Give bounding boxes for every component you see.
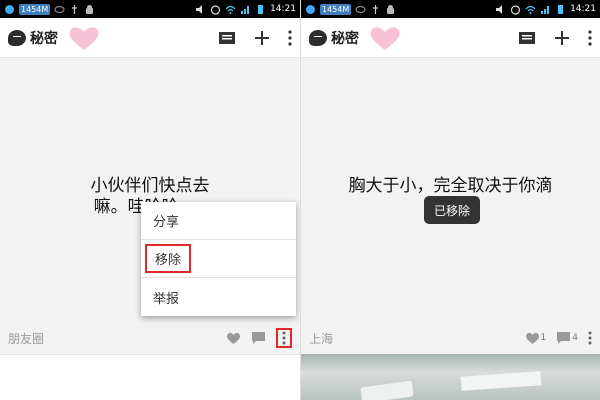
heart-outline-icon xyxy=(525,332,539,344)
android-icon xyxy=(385,4,396,15)
status-time: 14:21 xyxy=(570,4,596,14)
heart-icon xyxy=(69,26,99,50)
chat-bubble-icon xyxy=(8,29,26,46)
menu-item-report[interactable]: 举报 xyxy=(141,278,296,316)
signal-icon xyxy=(540,4,551,15)
status-time: 14:21 xyxy=(270,4,296,14)
more-options-icon[interactable] xyxy=(288,29,292,46)
comment-icon xyxy=(252,332,265,344)
more-vertical-icon xyxy=(282,331,286,345)
app-title: 秘密 xyxy=(30,30,58,47)
memory-chip: 1454M xyxy=(19,3,51,15)
notification-icon xyxy=(305,4,316,15)
right-screen: 1454M 14:21 秘密 胸大于小，完全取决于你滴 已移除 上海 1 4 xyxy=(300,0,600,400)
app-bar: 秘密 xyxy=(301,18,600,58)
app-title: 秘密 xyxy=(331,30,359,47)
next-post-card[interactable] xyxy=(0,354,300,400)
left-screen: 1454M 14:21 秘密 小伙伴们快点去 朋友圈 分享 移除 举报 xyxy=(0,0,300,400)
like-button[interactable] xyxy=(226,331,241,345)
menu-item-label: 移除 xyxy=(145,244,192,273)
comment-button[interactable] xyxy=(251,331,266,345)
sync-icon xyxy=(54,4,65,15)
post-footer: 上海 1 4 xyxy=(301,322,600,354)
comment-button[interactable]: 4 xyxy=(556,331,578,345)
comment-icon xyxy=(557,332,571,344)
usb-icon xyxy=(69,4,80,15)
app-bar: 秘密 xyxy=(0,18,300,58)
add-icon[interactable] xyxy=(254,30,270,46)
menu-item-remove[interactable]: 移除 xyxy=(141,240,296,278)
wifi-icon xyxy=(525,4,536,15)
menu-item-label: 举报 xyxy=(153,291,180,307)
heart-outline-icon xyxy=(227,332,240,344)
like-button[interactable]: 1 xyxy=(525,331,547,345)
menu-item-share[interactable]: 分享 xyxy=(141,202,296,240)
wifi-icon xyxy=(225,4,236,15)
status-bar: 1454M 14:21 xyxy=(0,0,300,18)
sync-icon xyxy=(355,4,366,15)
battery-icon xyxy=(255,4,266,15)
post-footer: 朋友圈 xyxy=(0,322,300,354)
notification-icon xyxy=(4,4,15,15)
android-icon xyxy=(84,4,95,15)
like-count: 1 xyxy=(540,333,547,343)
post-more-button[interactable] xyxy=(588,331,592,345)
alarm-icon xyxy=(510,4,521,15)
usb-icon xyxy=(370,4,381,15)
volume-icon xyxy=(495,4,506,15)
volume-icon xyxy=(195,4,206,15)
chat-bubble-icon xyxy=(309,29,327,46)
comment-count: 4 xyxy=(572,333,578,343)
post-source: 朋友圈 xyxy=(8,331,45,346)
signal-icon xyxy=(240,4,251,15)
post-more-button[interactable] xyxy=(276,328,292,348)
alarm-icon xyxy=(210,4,221,15)
heart-icon xyxy=(370,26,400,50)
app-logo[interactable]: 秘密 xyxy=(8,28,58,48)
post-text: 胸大于小，完全取决于你滴 xyxy=(301,176,600,197)
more-options-icon[interactable] xyxy=(588,29,592,46)
post-location: 上海 xyxy=(309,331,334,346)
removed-toast: 已移除 xyxy=(424,196,481,224)
next-post-photo[interactable] xyxy=(301,354,600,400)
memory-chip: 1454M xyxy=(320,3,352,15)
app-logo[interactable]: 秘密 xyxy=(309,28,359,48)
battery-icon xyxy=(555,4,566,15)
status-bar: 1454M 14:21 xyxy=(301,0,600,18)
post-line-1: 胸大于小，完全取决于你滴 xyxy=(348,176,553,196)
add-icon[interactable] xyxy=(554,30,570,46)
post-options-menu: 分享 移除 举报 xyxy=(141,202,296,316)
menu-item-label: 分享 xyxy=(153,215,180,230)
feed-list-icon[interactable] xyxy=(218,30,236,46)
more-vertical-icon xyxy=(588,331,592,345)
feed-list-icon[interactable] xyxy=(518,30,536,46)
post-line-1: 小伙伴们快点去 xyxy=(90,176,210,196)
